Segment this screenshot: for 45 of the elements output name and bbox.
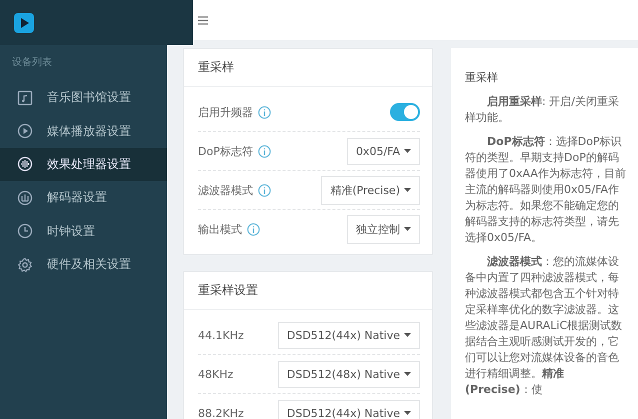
info-icon[interactable]	[258, 184, 271, 196]
card-title: 重采样设置	[184, 272, 432, 310]
settings-icon	[17, 256, 33, 273]
caret-icon	[404, 227, 411, 231]
waveform-icon	[17, 156, 33, 172]
dropdown[interactable]: 0x05/FA	[346, 138, 420, 164]
info-icon[interactable]	[258, 144, 271, 158]
decoder-icon	[17, 190, 33, 206]
menu-icon[interactable]	[198, 16, 208, 24]
sidebar-item[interactable]: 效果处理器设置	[0, 148, 167, 182]
play-logo-icon	[14, 12, 34, 32]
card-title: 重采样	[184, 49, 432, 87]
sidebar-item[interactable]: 解码器设置	[0, 181, 167, 215]
sidebar-item[interactable]: 硬件及相关设置	[0, 248, 167, 282]
section-label: 设备列表	[11, 56, 53, 70]
help-paragraph: 启用重采样: 开启/关闭重采样功能。	[465, 94, 620, 126]
setting-label: 滤波器模式	[198, 182, 253, 198]
caret-icon	[404, 149, 411, 153]
dropdown[interactable]: 精准(Precise)	[321, 176, 420, 204]
help-paragraph: 滤波器模式：您的流媒体设备中内置了四种滤波器模式，每种滤波器模式都包含五个针对特定采样率优化的数字滤波器。这些滤波器是AURALiC根据测试数据结合主观听感测试开发的，它们可以让您对流媒体设备的音色进行精细调整。精准(Precise)：使	[465, 254, 624, 398]
caret-icon	[404, 333, 411, 337]
sidebar-item[interactable]: 时钟设置	[0, 214, 167, 248]
caret-icon	[404, 372, 411, 376]
music-note-icon	[17, 90, 33, 106]
play-icon	[17, 123, 33, 140]
help-title: 重采样	[465, 70, 499, 86]
dropdown[interactable]: DSD512(48x) Native	[278, 360, 420, 388]
dropdown[interactable]: DSD512(44x) Native	[278, 400, 420, 419]
sidebar-item[interactable]: 媒体播放器设置	[0, 114, 167, 148]
help-paragraph: DoP标志符：选择DoP标识符的类型。早期支持DoP的解码器使用了0xAA作为标志符，目前主流的解码器则使用0x05/FA作为标志符。如果您不能确定您的解码器支持的标志符类型，请先选择0x05/FA。	[465, 134, 627, 246]
sample-rate-label: 44.1KHz	[198, 328, 244, 342]
setting-label: 启用升频器	[198, 104, 253, 120]
caret-icon	[404, 411, 411, 415]
sample-rate-label: 88.2KHz	[198, 406, 244, 419]
toggle-switch[interactable]	[390, 103, 420, 121]
clock-icon	[17, 223, 33, 240]
sample-rate-label: 48KHz	[198, 368, 234, 380]
setting-label: 输出模式	[198, 222, 242, 236]
dropdown[interactable]: DSD512(44x) Native	[278, 322, 420, 348]
info-icon[interactable]	[258, 106, 271, 118]
info-icon[interactable]	[247, 222, 260, 236]
dropdown[interactable]: 独立控制	[347, 214, 420, 244]
sidebar-item[interactable]: 音乐图书馆设置	[0, 81, 167, 114]
caret-icon	[404, 188, 411, 192]
setting-label: DoP标志符	[198, 144, 253, 158]
